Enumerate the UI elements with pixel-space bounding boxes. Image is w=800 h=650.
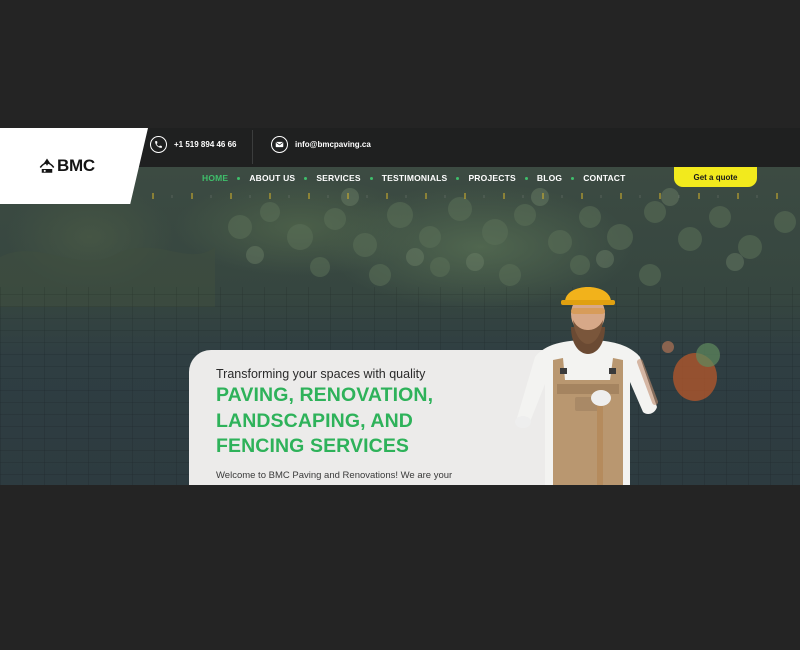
brand-name: BMC [57,156,95,175]
nav-testimonials[interactable]: TESTIMONIALS [382,173,448,183]
nav-separator [369,176,373,180]
nav-separator [571,176,575,180]
nav-services[interactable]: SERVICES [316,173,360,183]
email-icon [271,135,288,153]
email-contact[interactable]: info@bmcpaving.ca [271,135,371,153]
phone-number[interactable]: +1 519 894 46 66 [174,140,237,149]
nav-about-us[interactable]: ABOUT US [249,173,295,183]
nav-contact[interactable]: CONTACT [583,173,625,183]
hero-section: HOME ABOUT US SERVICES TESTIMONIALS PROJ… [0,167,800,485]
nav-tick-marks [152,193,778,199]
nav-separator [524,176,528,180]
hero-headline: PAVING, RENOVATION, LANDSCAPING, AND FEN… [216,383,433,460]
logo[interactable]: BMC [0,128,148,204]
hero-card: Transforming your spaces with quality PA… [189,350,549,485]
contact-divider [252,130,253,164]
nav-home[interactable]: HOME [202,173,228,183]
hero-intro: Welcome to BMC Paving and Renovations! W… [216,470,453,481]
phone-icon [150,135,167,153]
headline-line: PAVING, RENOVATION, [216,384,434,406]
nav-separator [237,176,241,180]
nav-projects[interactable]: PROJECTS [468,173,515,183]
get-quote-button[interactable]: Get a quote [674,167,757,187]
phone-contact[interactable]: +1 519 894 46 66 [150,135,237,153]
worker-image [515,287,658,485]
website: +1 519 894 46 66 info@bmcpaving.ca BMC H… [0,128,800,485]
email-address[interactable]: info@bmcpaving.ca [295,140,371,149]
nav-separator [304,176,308,180]
headline-line: FENCING SERVICES [216,435,410,457]
bmc-logo-icon [39,158,55,173]
screenshot-frame: +1 519 894 46 66 info@bmcpaving.ca BMC H… [0,0,800,650]
nav-blog[interactable]: BLOG [537,173,562,183]
hero-kicker: Transforming your spaces with quality [216,367,426,381]
headline-line: LANDSCAPING, AND [216,409,413,432]
nav-separator [456,176,460,180]
main-nav: HOME ABOUT US SERVICES TESTIMONIALS PROJ… [202,173,626,183]
